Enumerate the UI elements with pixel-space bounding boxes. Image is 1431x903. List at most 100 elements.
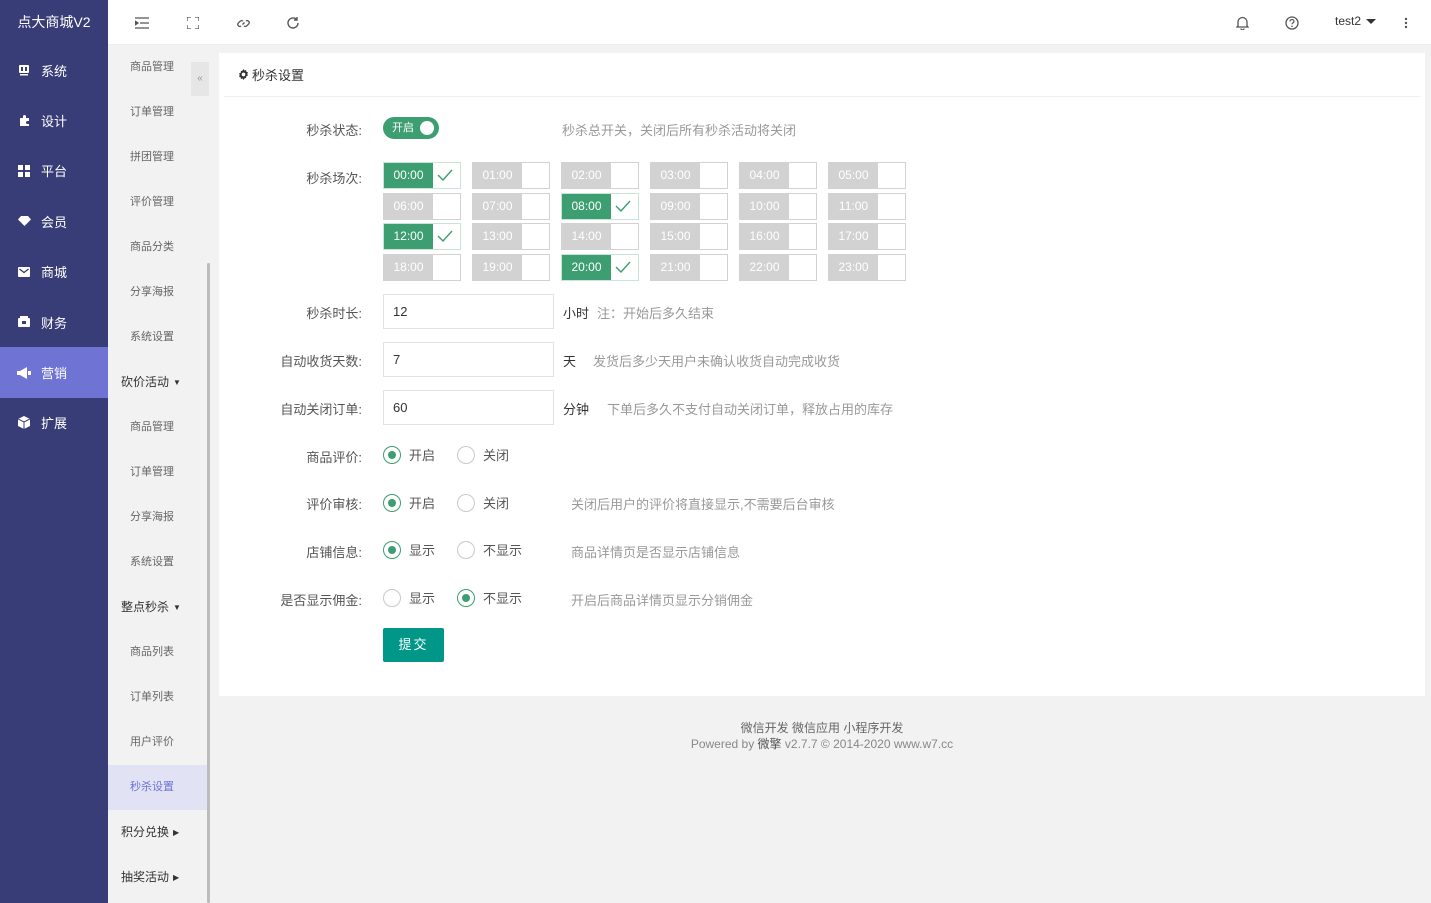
time-slot[interactable]: 18:00 bbox=[383, 254, 461, 282]
grid-icon bbox=[17, 164, 31, 178]
submenu-item[interactable]: 商品分类 bbox=[108, 225, 210, 270]
sidebar-item-marketing[interactable]: 营销 bbox=[0, 347, 108, 398]
time-slot[interactable]: 21:00 bbox=[650, 254, 728, 282]
submenu-item[interactable]: 商品列表 bbox=[108, 630, 210, 675]
settings-card: 秒杀设置 秒杀状态: 开启 秒杀总开关，关闭后所有秒杀活动将关闭 秒杀场次: 0… bbox=[219, 53, 1425, 696]
submenu-group-flashsale[interactable]: 整点秒杀 ▼ bbox=[108, 585, 210, 630]
time-slot[interactable]: 04:00 bbox=[739, 162, 817, 189]
time-slot[interactable]: 23:00 bbox=[828, 254, 906, 282]
submenu-item[interactable]: 分享海报 bbox=[108, 495, 210, 540]
time-slot[interactable]: 13:00 bbox=[472, 223, 550, 251]
sidebar-item-platform[interactable]: 平台 bbox=[0, 146, 108, 196]
duration-hint: 注：开始后多久结束 bbox=[597, 306, 715, 321]
status-hint: 秒杀总开关，关闭后所有秒杀活动将关闭 bbox=[562, 123, 797, 138]
time-slot-label: 04:00 bbox=[740, 163, 789, 188]
fullscreen-icon[interactable] bbox=[183, 13, 203, 33]
status-switch-text: 开启 bbox=[392, 122, 414, 134]
time-slot[interactable]: 09:00 bbox=[650, 192, 728, 220]
audit-off-radio[interactable]: 关闭 bbox=[457, 493, 509, 512]
receive-days-input[interactable]: 7 bbox=[383, 342, 554, 377]
commission-label: 是否显示佣金: bbox=[280, 593, 362, 608]
submenu-item[interactable]: 系统设置 bbox=[108, 315, 210, 360]
check-icon bbox=[437, 230, 453, 245]
submenu-item[interactable]: 系统设置 bbox=[108, 540, 210, 585]
time-slot-label: 05:00 bbox=[829, 163, 878, 188]
time-slot[interactable]: 06:00 bbox=[383, 192, 461, 220]
collapse-submenu-button[interactable]: « bbox=[191, 62, 209, 96]
duration-input[interactable]: 12 bbox=[383, 294, 554, 329]
time-slot[interactable]: 10:00 bbox=[739, 192, 817, 220]
submit-button[interactable]: 提交 bbox=[383, 628, 444, 662]
submenu-group-bargain[interactable]: 砍价活动 ▼ bbox=[108, 360, 210, 405]
receive-unit: 天 bbox=[563, 354, 577, 369]
powered-brand[interactable]: 微擎 bbox=[758, 737, 782, 751]
radio-circle bbox=[457, 588, 475, 607]
footer-links[interactable]: 微信开发 微信应用 小程序开发 bbox=[219, 720, 1425, 736]
time-slot-label: 22:00 bbox=[740, 255, 789, 281]
more-vertical-icon[interactable] bbox=[1396, 13, 1416, 33]
review-off-radio[interactable]: 关闭 bbox=[457, 445, 509, 464]
bell-icon[interactable] bbox=[1232, 13, 1252, 33]
user-menu[interactable]: test2 bbox=[1335, 14, 1377, 28]
time-slot-label: 19:00 bbox=[473, 255, 522, 281]
time-slot[interactable]: 20:00 bbox=[561, 254, 639, 282]
shop-show-radio[interactable]: 显示 bbox=[383, 540, 435, 559]
sidebar-item-finance[interactable]: 财务 bbox=[0, 297, 108, 347]
time-slot[interactable]: 17:00 bbox=[828, 223, 906, 251]
commission-hide-radio[interactable]: 不显示 bbox=[457, 588, 522, 607]
submenu-item[interactable]: 拼团管理 bbox=[108, 135, 210, 180]
radio-circle bbox=[383, 588, 401, 607]
page-title: 秒杀设置 bbox=[252, 68, 305, 83]
radio-label: 开启 bbox=[409, 496, 436, 511]
time-slot[interactable]: 07:00 bbox=[472, 192, 550, 220]
card-header: 秒杀设置 bbox=[224, 53, 1420, 97]
submenu-item-flashsale-settings[interactable]: 秒杀设置 bbox=[108, 765, 210, 810]
time-slot-label: 17:00 bbox=[829, 224, 878, 250]
link-icon[interactable] bbox=[233, 13, 253, 33]
time-slot-label: 21:00 bbox=[651, 255, 700, 281]
shop-hint: 商品详情页是否显示店铺信息 bbox=[571, 545, 741, 560]
time-slot[interactable]: 08:00 bbox=[561, 192, 639, 220]
submenu-item[interactable]: 订单管理 bbox=[108, 90, 210, 135]
time-slot[interactable]: 16:00 bbox=[739, 223, 817, 251]
submenu-group-lottery[interactable]: 抽奖活动 ▶ bbox=[108, 855, 210, 900]
time-slot[interactable]: 00:00 bbox=[383, 162, 461, 189]
time-slot[interactable]: 19:00 bbox=[472, 254, 550, 282]
sidebar-item-extension[interactable]: 扩展 bbox=[0, 398, 108, 448]
radio-label: 显示 bbox=[409, 543, 436, 558]
refresh-icon[interactable] bbox=[283, 13, 303, 33]
sidebar-item-mall[interactable]: 商城 bbox=[0, 247, 108, 297]
time-slot[interactable]: 02:00 bbox=[561, 162, 639, 189]
review-on-radio[interactable]: 开启 bbox=[383, 445, 435, 464]
time-slot[interactable]: 03:00 bbox=[650, 162, 728, 189]
shop-hide-radio[interactable]: 不显示 bbox=[457, 540, 522, 559]
submenu-item[interactable]: 订单列表 bbox=[108, 675, 210, 720]
time-slot[interactable]: 11:00 bbox=[828, 192, 906, 220]
status-switch[interactable]: 开启 bbox=[383, 117, 439, 139]
close-order-input[interactable]: 60 bbox=[383, 390, 554, 425]
submenu-item[interactable]: 商品管理 bbox=[108, 405, 210, 450]
submenu-group-points[interactable]: 积分兑换 ▶ bbox=[108, 810, 210, 855]
sidebar-item-member[interactable]: 会员 bbox=[0, 196, 108, 246]
time-slot[interactable]: 14:00 bbox=[561, 223, 639, 251]
help-icon[interactable] bbox=[1282, 13, 1302, 33]
commission-show-radio[interactable]: 显示 bbox=[383, 588, 435, 607]
submenu-item[interactable]: 分享海报 bbox=[108, 270, 210, 315]
slots-label: 秒杀场次: bbox=[306, 171, 362, 186]
sidebar-item-design[interactable]: 设计 bbox=[0, 95, 108, 145]
sidebar-item-label: 系统 bbox=[41, 63, 68, 79]
time-slot[interactable]: 01:00 bbox=[472, 162, 550, 189]
time-slot[interactable]: 22:00 bbox=[739, 254, 817, 282]
radio-label: 不显示 bbox=[483, 543, 523, 558]
submenu-scrollbar[interactable] bbox=[207, 263, 210, 903]
time-slot[interactable]: 12:00 bbox=[383, 223, 461, 251]
sidebar-item-system[interactable]: 系统 bbox=[0, 45, 108, 95]
submenu-item[interactable]: 订单管理 bbox=[108, 450, 210, 495]
menu-toggle-icon[interactable] bbox=[132, 13, 152, 33]
time-slot[interactable]: 15:00 bbox=[650, 223, 728, 251]
submenu-item[interactable]: 评价管理 bbox=[108, 180, 210, 225]
audit-on-radio[interactable]: 开启 bbox=[383, 493, 435, 512]
time-slot[interactable]: 05:00 bbox=[828, 162, 906, 189]
radio-label: 关闭 bbox=[483, 496, 510, 511]
submenu-item[interactable]: 用户评价 bbox=[108, 720, 210, 765]
